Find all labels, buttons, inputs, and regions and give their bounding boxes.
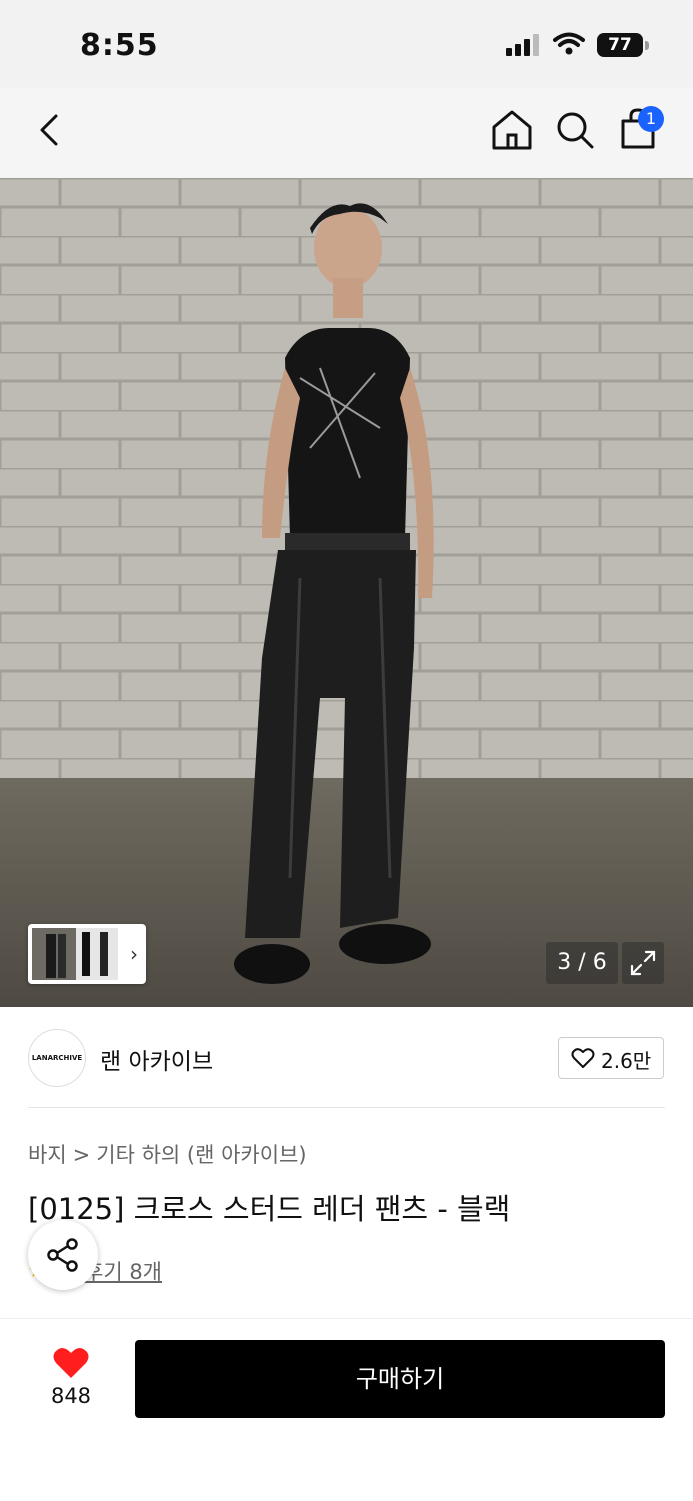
thumbnail-image[interactable] [76,928,118,980]
brand-like-count: 2.6만 [601,1049,652,1073]
chevron-right-icon[interactable]: › [130,942,138,966]
wifi-icon [553,32,585,55]
thumbnail-strip[interactable]: › [28,924,146,984]
image-counter: 3 / 6 [546,942,618,984]
back-icon[interactable] [36,112,64,148]
share-icon [47,1238,78,1272]
breadcrumb: 바지 > 기타 하의 (랜 아카이브) [28,1139,307,1169]
product-photo [0,178,693,1007]
cart-count-badge: 1 [638,106,664,132]
brand-name[interactable]: 랜 아카이브 [100,1042,213,1076]
status-bar: 8:55 77 [0,0,693,88]
heart-icon[interactable] [52,1346,90,1380]
divider [28,1107,665,1108]
product-title: [0125] 크로스 스터드 레더 팬츠 - 블랙 [28,1192,511,1226]
search-icon[interactable] [554,109,596,151]
nav-bar [0,88,693,178]
brand-like-button[interactable]: 2.6만 [558,1037,664,1079]
breadcrumb-subcategory[interactable]: 기타 하의 (랜 아카이브) [96,1143,306,1167]
share-button[interactable] [28,1220,98,1290]
brand-logo[interactable]: LANARCHIVE [28,1029,86,1087]
product-image[interactable] [0,178,693,1007]
breadcrumb-separator: > [72,1143,91,1167]
battery-indicator: 77 [597,33,643,57]
heart-outline-icon [571,1048,595,1068]
expand-icon [630,950,656,976]
home-icon[interactable] [490,109,534,151]
battery-tip [645,41,649,50]
thumbnail-image[interactable] [32,928,76,980]
expand-button[interactable] [622,942,664,984]
buy-button[interactable]: 구매하기 [135,1340,665,1418]
like-count: 848 [50,1384,92,1408]
breadcrumb-category[interactable]: 바지 [28,1143,67,1167]
signal-icon [506,34,539,56]
status-time: 8:55 [80,28,159,63]
